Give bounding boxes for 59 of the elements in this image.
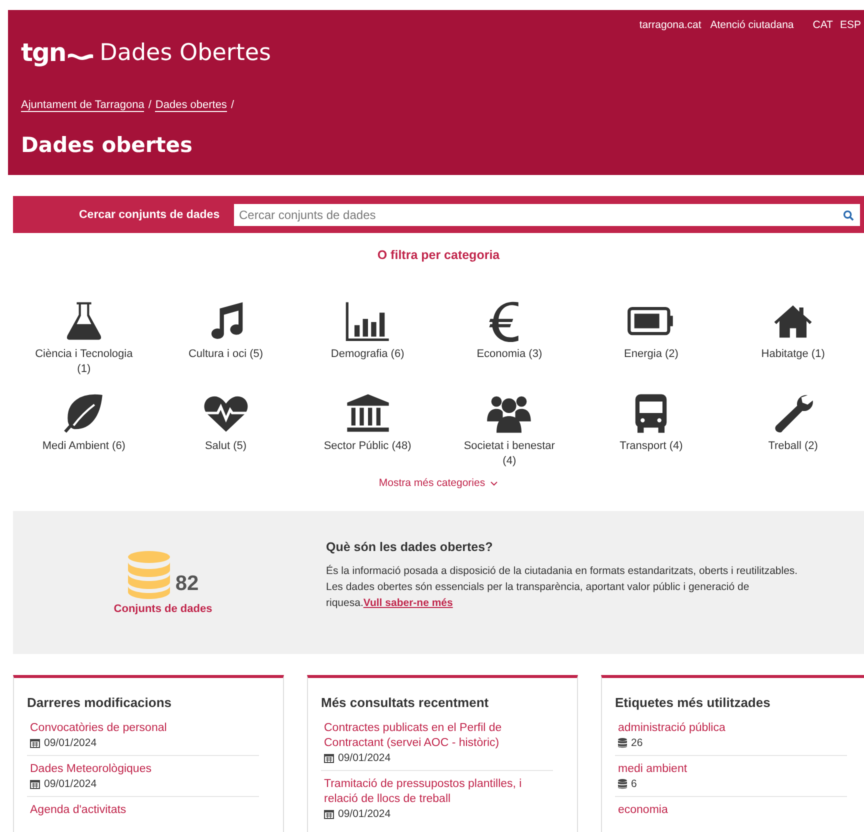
breadcrumb-separator: /: [230, 99, 234, 112]
info-heading: Què són les dades obertes?: [326, 539, 494, 555]
info-paragraph: Les dades obertes són essencials per la transparència, aportant valor públic i generació de riquesa.Vull saber-ne més: [326, 580, 750, 611]
site-title: Dades Obertes: [100, 39, 271, 68]
database-icon: [618, 779, 627, 789]
more-categories-link[interactable]: Mostra més categories: [378, 477, 486, 489]
category-link[interactable]: Cultura i oci (5): [188, 347, 264, 362]
breadcrumb-link[interactable]: Dades obertes: [155, 99, 227, 112]
category-link[interactable]: Treball (2): [768, 439, 818, 454]
category-link[interactable]: Economia (3): [476, 347, 542, 362]
calendar-icon: [30, 738, 40, 748]
calendar-icon: [324, 809, 334, 819]
category-link[interactable]: Medi Ambient (6): [42, 439, 126, 454]
coin-stack-icon: [127, 550, 172, 600]
top-link[interactable]: Atenció ciutadana: [710, 19, 794, 31]
category-link[interactable]: Ciència i Tecnologia (1): [34, 347, 134, 377]
search-field[interactable]: Cercar conjunts de dades: [234, 204, 860, 226]
calendar-icon: [30, 779, 40, 789]
card-title: Més consultats recentment: [321, 695, 490, 710]
breadcrumb-link[interactable]: Ajuntament de Tarragona: [21, 99, 144, 112]
category-link[interactable]: Sector Públic (48): [324, 439, 412, 454]
category-link[interactable]: Energia (2): [624, 347, 678, 362]
breadcrumb-separator: /: [148, 99, 152, 112]
chevron-down-icon[interactable]: [490, 480, 498, 486]
language-link[interactable]: ESP: [840, 19, 861, 31]
dataset-count-label: Conjunts de dades: [114, 603, 212, 615]
database-icon: [618, 738, 627, 748]
dataset-link[interactable]: Contractes publicats en el Perfil de Contractant (servei AOC - històric): [324, 721, 553, 751]
search-icon[interactable]: [843, 210, 854, 220]
dataset-count: 82: [175, 572, 199, 596]
dataset-count: 6: [631, 778, 637, 790]
date-text: 09/01/2024: [338, 808, 391, 820]
tag-link[interactable]: medi ambient: [618, 762, 847, 777]
date-text: 09/01/2024: [44, 737, 97, 749]
category-link[interactable]: Demografia (6): [330, 347, 404, 362]
dataset-count: 26: [631, 737, 643, 749]
date-text: 09/01/2024: [44, 778, 97, 790]
search-label: Cercar conjunts de dades: [79, 208, 221, 220]
filter-heading: O filtra per categoria: [376, 248, 501, 262]
category-link[interactable]: Societat i benestar (4): [459, 439, 560, 469]
dataset-link[interactable]: Convocatòries de personal: [30, 721, 259, 736]
tag-link[interactable]: economia: [618, 803, 847, 818]
language-link[interactable]: CAT: [812, 19, 833, 31]
info-paragraph: És la informació posada a disposició de la ciutadania en formats estandaritzats, oberts i reutilitzables.: [326, 564, 799, 579]
calendar-icon: [324, 753, 334, 763]
top-link[interactable]: tarragona.cat: [639, 19, 702, 31]
learn-more-link[interactable]: Vull saber-ne més: [363, 597, 453, 609]
card-title: Darreres modificacions: [27, 695, 173, 710]
card-title: Etiquetes més utilitzades: [615, 695, 772, 710]
logo-text[interactable]: tgn: [21, 38, 66, 68]
dataset-link[interactable]: Dades Meteorològiques: [30, 762, 259, 777]
date-text: 09/01/2024: [338, 752, 391, 764]
page-title: Dades obertes: [21, 133, 194, 157]
dataset-link[interactable]: Tramitació de pressupostos plantilles, i relació de llocs de treball: [324, 777, 553, 807]
category-link[interactable]: Salut (5): [204, 439, 247, 454]
category-link[interactable]: Habitatge (1): [761, 347, 825, 362]
tag-link[interactable]: administració pública: [618, 721, 847, 736]
category-link[interactable]: Transport (4): [620, 439, 683, 454]
dataset-link[interactable]: Agenda d'activitats: [30, 803, 259, 818]
